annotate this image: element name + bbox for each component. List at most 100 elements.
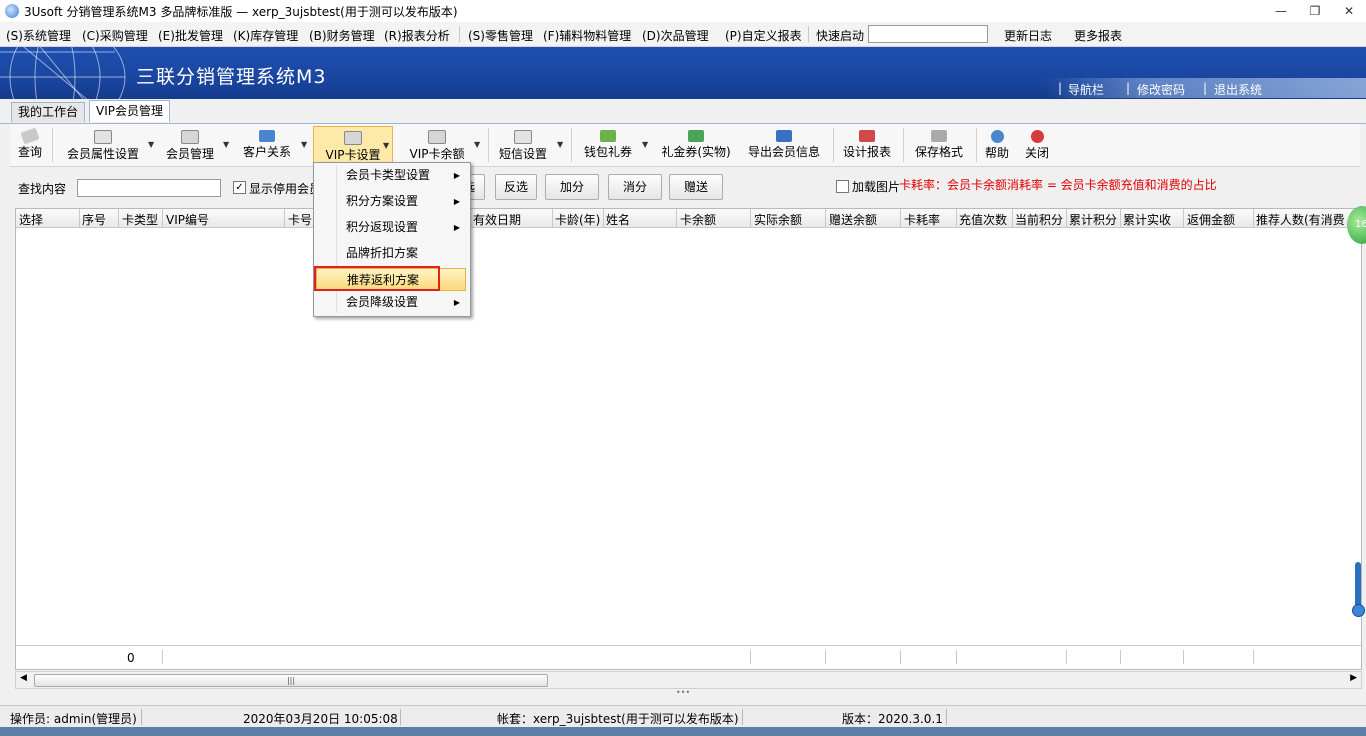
menu-inventory[interactable]: (K)库存管理 bbox=[233, 27, 298, 44]
menu-retail[interactable]: (S)零售管理 bbox=[468, 27, 533, 44]
chevron-down-icon[interactable]: ▼ bbox=[301, 140, 307, 149]
app-logo-icon bbox=[5, 4, 19, 18]
design-report-button[interactable]: 设计报表 bbox=[840, 126, 894, 164]
column-header[interactable]: 累计积分 bbox=[1069, 211, 1117, 228]
column-header[interactable]: 序号 bbox=[82, 211, 106, 228]
search-input[interactable] bbox=[77, 179, 221, 197]
save-format-button[interactable]: 保存格式 bbox=[912, 126, 966, 164]
column-header[interactable]: 卡号 bbox=[288, 211, 312, 228]
query-button[interactable]: 查询 bbox=[14, 126, 46, 164]
column-header[interactable]: 选择 bbox=[19, 211, 43, 228]
vip-card-balance-button[interactable]: VIP卡余额 bbox=[408, 126, 466, 164]
menu-reports[interactable]: (R)报表分析 bbox=[384, 27, 450, 44]
scroll-right-icon[interactable]: ▶ bbox=[1350, 673, 1357, 683]
gift-button[interactable]: 赠送 bbox=[669, 174, 723, 200]
member-attribute-button[interactable]: 会员属性设置 bbox=[62, 126, 144, 164]
menu-wholesale[interactable]: (E)批发管理 bbox=[158, 27, 223, 44]
settings-icon bbox=[94, 130, 112, 144]
app-banner: 三联分销管理系统M3 | 导航栏 | 修改密码 | 退出系统 bbox=[0, 47, 1366, 99]
menu-item-points-plan[interactable]: 积分方案设置 ▶ bbox=[316, 190, 466, 213]
minimize-button[interactable]: — bbox=[1268, 2, 1294, 20]
customer-relation-button[interactable]: 客户关系 bbox=[239, 126, 295, 164]
column-header[interactable]: 姓名 bbox=[606, 211, 630, 228]
submenu-arrow-icon: ▶ bbox=[453, 298, 460, 307]
chevron-down-icon[interactable]: ▼ bbox=[642, 140, 648, 149]
update-log-link[interactable]: 更新日志 bbox=[1004, 27, 1052, 44]
column-header[interactable]: 卡余额 bbox=[680, 211, 716, 228]
highlight-annotation-box bbox=[314, 266, 440, 291]
column-header[interactable]: 有效日期 bbox=[473, 211, 521, 228]
column-header[interactable]: 当前积分 bbox=[1015, 211, 1063, 228]
operator-status: 操作员: admin(管理员) bbox=[10, 712, 137, 726]
help-button[interactable]: 帮助 bbox=[982, 126, 1012, 164]
logout-link[interactable]: 退出系统 bbox=[1214, 81, 1262, 98]
toolbar: 查询 会员属性设置 ▼ 会员管理 ▼ 客户关系 ▼ VIP卡设置 ▼ VIP卡余… bbox=[10, 124, 1360, 167]
chevron-down-icon[interactable]: ▼ bbox=[474, 140, 480, 149]
brand-title: 三联分销管理系统M3 bbox=[136, 66, 327, 88]
restore-button[interactable]: ❐ bbox=[1302, 2, 1328, 20]
menu-item-points-cashback[interactable]: 积分返现设置 ▶ bbox=[316, 216, 466, 239]
chevron-down-icon[interactable]: ▼ bbox=[223, 140, 229, 149]
load-image-label: 加载图片 bbox=[852, 180, 901, 194]
wallet-voucher-button[interactable]: 钱包礼券 bbox=[579, 126, 637, 164]
version-status: 版本：2020.3.0.1 bbox=[842, 712, 943, 726]
vip-card-settings-button[interactable]: VIP卡设置 ▼ bbox=[313, 126, 393, 166]
horizontal-scrollbar[interactable]: ◀ ||| ▶ bbox=[15, 671, 1362, 689]
close-button[interactable]: 关闭 bbox=[1022, 126, 1052, 164]
menu-system[interactable]: (S)系统管理 bbox=[6, 27, 71, 44]
quick-start-label: 快速启动 bbox=[816, 29, 865, 43]
menu-materials[interactable]: (F)辅料物料管理 bbox=[543, 27, 631, 44]
load-image-checkbox[interactable] bbox=[836, 180, 849, 193]
member-grid[interactable]: 选择 序号 卡类型 VIP编号 卡号 有效日期 卡龄(年) 姓名 卡余额 实际余… bbox=[15, 208, 1362, 670]
export-member-button[interactable]: 导出会员信息 bbox=[746, 126, 822, 164]
nav-bar-link[interactable]: 导航栏 bbox=[1068, 81, 1104, 98]
column-header[interactable]: 累计实收 bbox=[1123, 211, 1171, 228]
member-manage-button[interactable]: 会员管理 bbox=[162, 126, 218, 164]
grid-footer: 0 bbox=[16, 645, 1361, 668]
menu-purchase[interactable]: (C)采购管理 bbox=[82, 27, 148, 44]
menu-defects[interactable]: (D)次品管理 bbox=[642, 27, 709, 44]
scroll-left-icon[interactable]: ◀ bbox=[20, 673, 27, 683]
column-header[interactable]: VIP编号 bbox=[166, 211, 209, 228]
deduct-points-button[interactable]: 消分 bbox=[608, 174, 662, 200]
menu-item-brand-discount[interactable]: 品牌折扣方案 bbox=[316, 242, 466, 265]
submenu-arrow-icon: ▶ bbox=[453, 223, 460, 232]
column-header[interactable]: 卡耗率 bbox=[904, 211, 940, 228]
add-points-button[interactable]: 加分 bbox=[545, 174, 599, 200]
column-header[interactable]: 赠送余额 bbox=[829, 211, 877, 228]
menu-custom-reports[interactable]: (P)自定义报表 bbox=[725, 27, 802, 44]
show-disabled-checkbox[interactable]: ✓ bbox=[233, 181, 246, 194]
gift-voucher-button[interactable]: 礼金券(实物) bbox=[656, 126, 736, 164]
more-reports-link[interactable]: 更多报表 bbox=[1074, 27, 1122, 44]
datetime-status: 2020年03月20日 10:05:08 bbox=[243, 712, 398, 726]
card-icon bbox=[428, 130, 446, 144]
side-slider[interactable] bbox=[1352, 562, 1365, 617]
close-window-button[interactable]: ✕ bbox=[1336, 2, 1362, 20]
column-header[interactable]: 推荐人数(有消费 bbox=[1256, 211, 1352, 228]
chevron-down-icon[interactable]: ▼ bbox=[557, 140, 563, 149]
column-header[interactable]: 卡类型 bbox=[122, 211, 158, 228]
scrollbar-thumb[interactable]: ||| bbox=[34, 674, 548, 687]
slider-knob[interactable] bbox=[1352, 604, 1365, 617]
change-password-link[interactable]: 修改密码 bbox=[1137, 81, 1185, 98]
invert-select-button[interactable]: 反选 bbox=[495, 174, 537, 200]
chevron-down-icon[interactable]: ▼ bbox=[148, 140, 154, 149]
menu-item-card-type-settings[interactable]: 会员卡类型设置 ▶ bbox=[316, 164, 466, 187]
show-disabled-label: 显示停用会员 bbox=[249, 182, 322, 196]
quick-start-input[interactable] bbox=[868, 25, 988, 43]
column-header[interactable]: 充值次数 bbox=[959, 211, 1007, 228]
report-design-icon bbox=[859, 130, 875, 142]
card-rate-note: 卡耗率：会员卡余额消耗率 = 会员卡余额充值和消费的占比 bbox=[899, 178, 1217, 192]
column-header[interactable]: 实际余额 bbox=[754, 211, 802, 228]
footer-count: 0 bbox=[127, 651, 135, 665]
resize-grip-icon[interactable]: ••• bbox=[676, 688, 690, 697]
column-header[interactable]: 卡龄(年) bbox=[555, 211, 600, 228]
chevron-down-icon[interactable]: ▼ bbox=[383, 141, 389, 150]
tab-vip-member[interactable]: VIP会员管理 bbox=[89, 100, 170, 122]
menu-item-member-downgrade[interactable]: 会员降级设置 ▶ bbox=[316, 291, 466, 314]
menu-finance[interactable]: (B)财务管理 bbox=[309, 27, 375, 44]
tab-workbench[interactable]: 我的工作台 bbox=[11, 102, 86, 122]
sms-settings-button[interactable]: 短信设置 bbox=[496, 126, 550, 164]
column-header[interactable]: 返佣金额 bbox=[1187, 211, 1235, 228]
grid-header: 选择 序号 卡类型 VIP编号 卡号 有效日期 卡龄(年) 姓名 卡余额 实际余… bbox=[16, 209, 1361, 228]
